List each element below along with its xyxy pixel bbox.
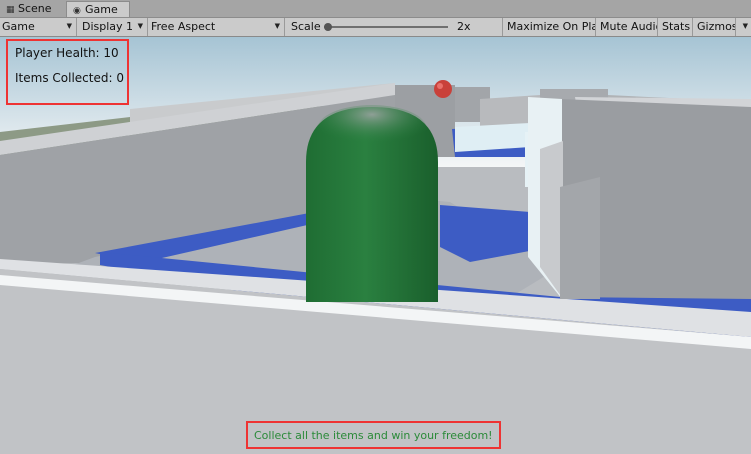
chevron-down-icon: ▼ [742, 22, 748, 30]
chevron-down-icon: ▼ [66, 22, 72, 30]
items-collected-label: Items Collected: 0 [15, 71, 124, 85]
gizmos-button[interactable]: Gizmos [694, 18, 736, 36]
scale-slider-track[interactable] [324, 26, 448, 28]
tab-game[interactable]: ◉ Game [66, 1, 130, 17]
objective-message: Collect all the items and win your freed… [254, 429, 493, 442]
aspect-dropdown[interactable]: Free Aspect ▼ [149, 18, 285, 36]
chevron-down-icon: ▼ [274, 22, 280, 30]
game-toolbar: Game ▼ Display 1 ▼ Free Aspect ▼ Scale 2… [0, 18, 751, 37]
game-viewport[interactable]: Player Health: 10 Items Collected: 0 Col… [0, 37, 751, 454]
tab-strip: ▦ Scene ◉ Game [0, 0, 751, 18]
display-dropdown-label: Display 1 [82, 20, 134, 33]
display-dropdown[interactable]: Display 1 ▼ [80, 18, 148, 36]
game-view-dropdown[interactable]: Game ▼ [0, 18, 77, 36]
game-view-dropdown-label: Game [2, 20, 35, 33]
scale-value: 2x [454, 18, 503, 36]
red-item-highlight [437, 83, 443, 89]
player-health-label: Player Health: 10 [15, 46, 119, 60]
stats-button[interactable]: Stats [659, 18, 693, 36]
gizmos-dropdown[interactable]: ▼ [736, 18, 751, 36]
gamepad-icon: ◉ [73, 6, 81, 16]
red-item [434, 80, 452, 98]
scene-icon: ▦ [6, 5, 15, 15]
player-capsule-shine [317, 105, 427, 153]
tab-game-label: Game [85, 3, 118, 16]
right-post [560, 177, 600, 299]
tab-scene[interactable]: ▦ Scene [0, 1, 64, 17]
mute-audio-button[interactable]: Mute Audio [597, 18, 658, 36]
pale-highlight-1 [455, 123, 530, 152]
chevron-down-icon: ▼ [137, 22, 143, 30]
tab-scene-label: Scene [18, 2, 52, 15]
unity-game-window: ▦ Scene ◉ Game Game ▼ Display 1 ▼ Free Asp… [0, 0, 751, 454]
scale-slider-handle[interactable] [324, 23, 332, 31]
maximize-on-play-button[interactable]: Maximize On Play [504, 18, 596, 36]
scale-label: Scale [291, 20, 321, 33]
aspect-dropdown-label: Free Aspect [151, 20, 216, 33]
